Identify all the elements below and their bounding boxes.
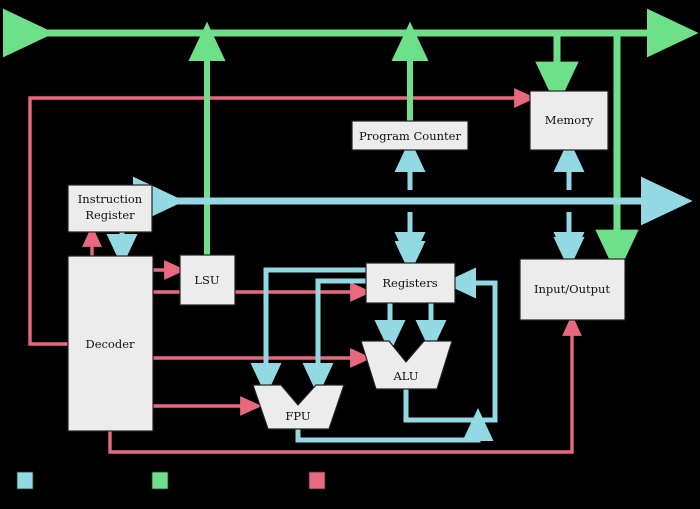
block-alu[interactable]: ALU: [360, 340, 453, 390]
block-decoder[interactable]: Decoder: [67, 255, 154, 432]
block-label-input-output: Input/Output: [534, 282, 610, 296]
blocks-layer: Memory Program Counter Instruction Regis…: [67, 90, 626, 432]
block-label-decoder: Decoder: [85, 337, 135, 351]
cpu-block-diagram: Memory Program Counter Instruction Regis…: [0, 0, 700, 509]
block-input-output[interactable]: Input/Output: [519, 258, 626, 321]
legend-swatch-address: [151, 471, 169, 490]
block-label-alu: ALU: [392, 369, 418, 383]
block-label-memory: Memory: [545, 113, 594, 127]
block-label-lsu: LSU: [194, 273, 220, 287]
legend-swatch-control: [308, 471, 326, 490]
block-label-program-counter: Program Counter: [359, 129, 461, 143]
blue-registers-to-fpu-right: [302, 278, 366, 396]
block-label-instruction-register-line1: Instruction: [78, 192, 143, 206]
block-lsu[interactable]: LSU: [179, 254, 236, 306]
block-memory[interactable]: Memory: [529, 90, 609, 151]
block-registers[interactable]: Registers: [365, 262, 456, 304]
legend: [16, 471, 326, 490]
block-instruction-register[interactable]: Instruction Register: [67, 184, 153, 233]
diagram-canvas: Memory Program Counter Instruction Regis…: [2, 8, 699, 490]
block-label-instruction-register-line2: Register: [85, 208, 135, 222]
block-fpu[interactable]: FPU: [252, 384, 345, 430]
legend-swatch-data: [16, 471, 34, 490]
block-label-registers: Registers: [382, 276, 437, 290]
block-label-fpu: FPU: [285, 409, 311, 423]
block-program-counter[interactable]: Program Counter: [351, 120, 469, 151]
